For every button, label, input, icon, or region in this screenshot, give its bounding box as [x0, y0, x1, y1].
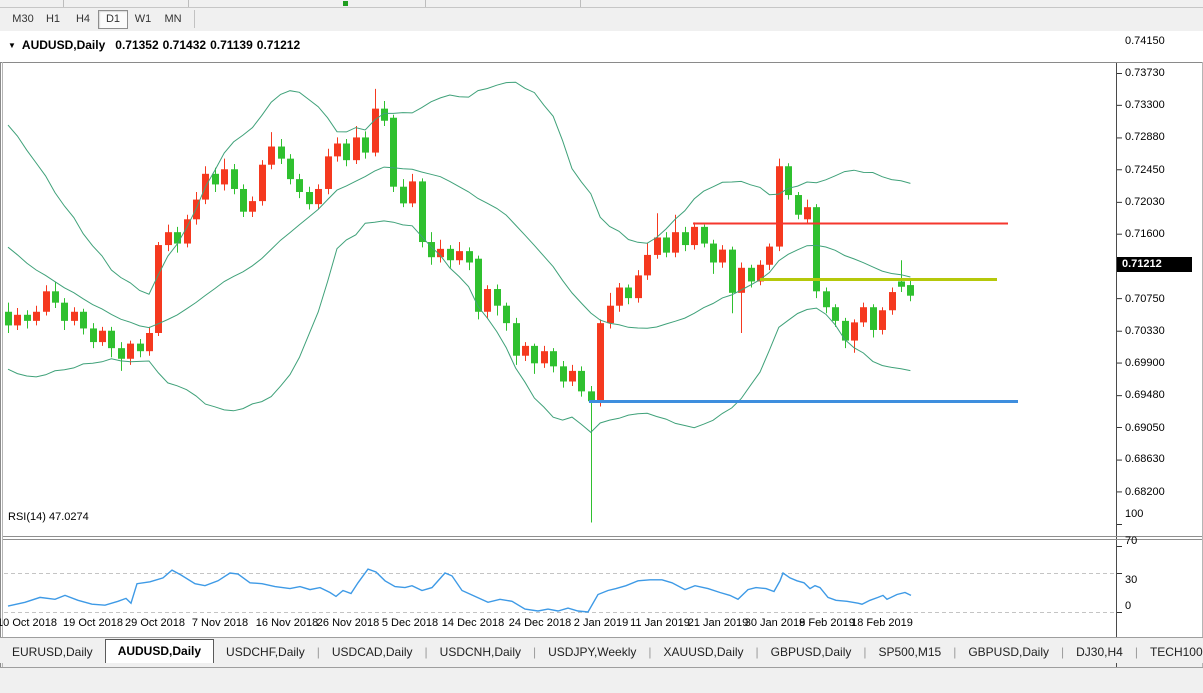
chart-tab-usdcnh-daily[interactable]: USDCNH,Daily — [428, 642, 533, 663]
rsi-value: 47.0274 — [49, 511, 89, 523]
date-axis-label: 29 Oct 2018 — [125, 617, 185, 629]
toolbar-separator — [425, 0, 426, 7]
date-axis-label: 18 Feb 2019 — [851, 617, 913, 629]
timeframe-button-m30[interactable]: M30 — [8, 10, 38, 29]
price-axis-label: 0.72450 — [1125, 164, 1165, 176]
date-axis-label: 14 Dec 2018 — [442, 617, 504, 629]
price-axis-label: 0.70330 — [1125, 325, 1165, 337]
price-axis-label: 0.72030 — [1125, 196, 1165, 208]
ohlc-close: 0.71212 — [257, 38, 300, 52]
date-axis-label: 8 Feb 2019 — [799, 617, 855, 629]
rsi-indicator-label: RSI(14) 47.0274 — [8, 511, 89, 523]
chart-tab-usdjpy-weekly[interactable]: USDJPY,Weekly — [536, 642, 648, 663]
date-axis-label: 24 Dec 2018 — [509, 617, 571, 629]
chart-title: ▼ AUDUSD,Daily 0.71352 0.71432 0.71139 0.7121… — [8, 38, 304, 52]
date-axis-label: 7 Nov 2018 — [192, 617, 248, 629]
toolbar-green-status-icon — [343, 1, 348, 6]
chart-tab-gbpusd-daily[interactable]: GBPUSD,Daily — [759, 642, 864, 663]
mt4-terminal: { "toolbar": { "timeframes": [ {"label":… — [0, 0, 1203, 662]
current-price-tag: 0.71212 — [1117, 257, 1192, 272]
date-axis-label: 19 Oct 2018 — [63, 617, 123, 629]
chart-tab-usdchf-daily[interactable]: USDCHF,Daily — [214, 642, 317, 663]
chart-tab-tech100[interactable]: TECH100 — [1138, 642, 1203, 663]
date-axis-label: 26 Nov 2018 — [317, 617, 379, 629]
toolbar-separator — [580, 0, 581, 7]
date-axis-label: 16 Nov 2018 — [256, 617, 318, 629]
chart-tab-audusd-daily[interactable]: AUDUSD,Daily — [105, 639, 214, 663]
price-axis-label: 0.69480 — [1125, 389, 1165, 401]
timeframe-button-w1[interactable]: W1 — [128, 10, 158, 29]
ohlc-open: 0.71352 — [115, 38, 158, 52]
tabs-holder: EURUSD,DailyAUDUSD,DailyUSDCHF,Daily|USD… — [0, 639, 1203, 663]
timeframe-button-h4[interactable]: H4 — [68, 10, 98, 29]
chart-tab-dj30-h4[interactable]: DJ30,H4 — [1064, 642, 1135, 663]
date-axis-label: 2 Jan 2019 — [574, 617, 628, 629]
chart-tab-sp500-m15[interactable]: SP500,M15 — [866, 642, 953, 663]
symbol-name: AUDUSD,Daily — [22, 38, 105, 52]
ohlc-high: 0.71432 — [163, 38, 206, 52]
price-axis-label: 0.73300 — [1125, 99, 1165, 111]
date-axis-label: 10 Oct 2018 — [0, 617, 57, 629]
date-axis-label: 5 Dec 2018 — [382, 617, 438, 629]
pane-divider[interactable] — [0, 504, 1203, 510]
chart-tab-usdcad-daily[interactable]: USDCAD,Daily — [320, 642, 425, 663]
toolbar-separator — [194, 10, 195, 28]
price-axis-label: 0.72880 — [1125, 131, 1165, 143]
timeframe-button-mn[interactable]: MN — [158, 10, 188, 29]
price-axis-label: 0.68200 — [1125, 486, 1165, 498]
rsi-axis-label: 0 — [1125, 600, 1131, 612]
date-axis-label: 30 Jan 2019 — [745, 617, 806, 629]
price-axis-label: 0.68630 — [1125, 453, 1165, 465]
price-axis-label: 0.69050 — [1125, 422, 1165, 434]
rsi-name: RSI(14) — [8, 511, 46, 523]
timeframe-toolbar: M30H1H4D1W1MN — [0, 8, 1203, 31]
symbol-dropdown-icon[interactable]: ▼ — [8, 41, 16, 50]
price-axis-label: 0.73730 — [1125, 67, 1165, 79]
timeframe-button-d1[interactable]: D1 — [98, 10, 128, 29]
chart-window[interactable]: ▼ AUDUSD,Daily 0.71352 0.71432 0.71139 0.7121… — [0, 31, 1203, 637]
chart-tab-gbpusd-daily[interactable]: GBPUSD,Daily — [956, 642, 1061, 663]
ohlc-low: 0.71139 — [210, 38, 253, 52]
date-axis-label: 11 Jan 2019 — [630, 617, 690, 629]
chart-tab-bar: EURUSD,DailyAUDUSD,DailyUSDCHF,Daily|USD… — [0, 637, 1203, 663]
timeframe-button-h1[interactable]: H1 — [38, 10, 68, 29]
toolbar-separator — [188, 0, 189, 7]
date-axis-label: 21 Jan 2019 — [688, 617, 749, 629]
price-axis-label: 0.71600 — [1125, 228, 1165, 240]
toolbar-separator — [63, 0, 64, 7]
price-chart-canvas — [0, 31, 1203, 693]
top-toolbar-strip — [0, 0, 1203, 8]
rsi-axis-label: 30 — [1125, 574, 1137, 586]
price-axis-label: 0.74150 — [1125, 35, 1165, 47]
chart-tab-eurusd-daily[interactable]: EURUSD,Daily — [0, 642, 105, 663]
price-axis-label: 0.69900 — [1125, 357, 1165, 369]
chart-tab-xauusd-daily[interactable]: XAUUSD,Daily — [652, 642, 756, 663]
price-axis-label: 0.70750 — [1125, 293, 1165, 305]
rsi-axis-label: 70 — [1125, 535, 1137, 547]
